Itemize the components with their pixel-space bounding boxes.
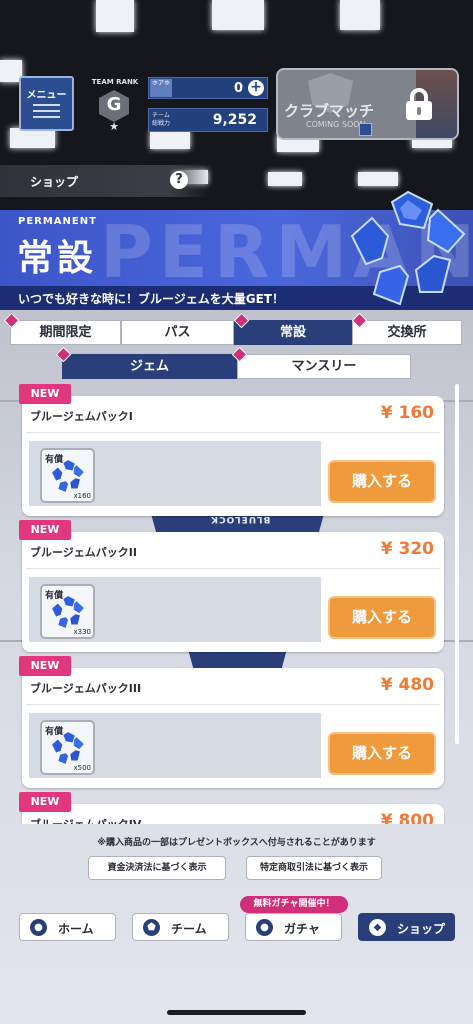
club-indicator <box>359 123 372 136</box>
team-rank-value: G <box>106 94 122 115</box>
star-icon: ★ <box>109 120 119 133</box>
product-price: ¥ 800 <box>380 811 434 824</box>
plus-icon[interactable]: + <box>248 80 264 96</box>
tab-pass[interactable]: パス <box>121 320 234 345</box>
team-rank-badge[interactable]: TEAM RANK G ★ <box>86 76 144 134</box>
card-divider <box>26 568 440 569</box>
banner-description: いつでも好きな時に！ブルージェムを大量GET！ <box>18 292 284 306</box>
new-badge: NEW <box>19 656 71 676</box>
new-badge: NEW <box>19 384 71 404</box>
soccer-ball-icon: ● <box>30 919 47 936</box>
menu-icon-line <box>33 104 60 106</box>
category-tabs: 期間限定 パス 常設 交換所 <box>3 312 462 345</box>
product-card: NEW ブルージェムパックIV ¥ 800 <box>19 792 444 824</box>
nav-home[interactable]: ● ホーム <box>19 913 116 941</box>
product-name: ブルージェムパックIII <box>30 682 142 695</box>
tab-permanent[interactable]: 常設 <box>234 320 352 345</box>
menu-label: メニュー <box>26 90 67 101</box>
gem-quantity: x160 <box>73 492 91 500</box>
menu-icon-line <box>33 116 60 118</box>
pass-icon: ホアホ <box>150 79 172 97</box>
card-divider <box>26 704 440 705</box>
product-thumbnail-area: 有償 x500 <box>29 713 321 778</box>
product-thumbnail-area: 有償 x330 <box>29 577 321 642</box>
pass-value: 0 <box>233 81 243 96</box>
tab-exchange[interactable]: 交換所 <box>352 320 462 345</box>
new-badge: NEW <box>19 520 71 540</box>
menu-button[interactable]: メニュー <box>19 76 74 131</box>
buy-button[interactable]: 購入する <box>328 460 436 503</box>
shop-title: ショップ <box>30 175 79 189</box>
gem-quantity: x330 <box>73 628 91 636</box>
club-match-title: クラブマッチ <box>284 102 375 120</box>
nav-label: チーム <box>171 922 207 936</box>
product-list[interactable]: NEW ブルージェムパックI ¥ 160 有償 x160 購入する NEW ブル… <box>0 384 473 824</box>
team-power-value: 9,252 <box>212 112 257 128</box>
nav-shop[interactable]: ◆ ショップ <box>358 913 455 941</box>
purchase-notice: ※購入商品の一部はプレゼントボックスへ付与されることがあります <box>97 838 376 848</box>
subtab-monthly[interactable]: マンスリー <box>237 354 411 379</box>
product-price: ¥ 320 <box>380 539 434 559</box>
product-card: NEW ブルージェムパックI ¥ 160 有償 x160 購入する <box>19 384 444 516</box>
menu-icon-line <box>33 110 60 112</box>
list-scrollbar[interactable] <box>455 384 459 744</box>
new-badge: NEW <box>19 792 71 812</box>
help-icon[interactable]: ? <box>170 171 188 189</box>
soccer-ball-icon: ● <box>256 919 273 936</box>
team-power-display: チーム 総戦力 9,252 <box>148 108 268 132</box>
product-name: ブルージェムパックI <box>30 410 133 423</box>
product-name: ブルージェムパックII <box>30 546 137 559</box>
subtab-gem[interactable]: ジェム <box>62 354 237 379</box>
blue-gem-icon <box>350 190 466 306</box>
product-name: ブルージェムパックIV <box>30 816 141 824</box>
commercial-transactions-act-button[interactable]: 特定商取引法に基づく表示 <box>246 856 382 880</box>
gem-pack-icon <box>52 460 84 492</box>
product-thumbnail: 有償 x330 <box>40 584 95 639</box>
payment-services-act-button[interactable]: 資金決済法に基づく表示 <box>88 856 226 880</box>
nav-label: ショップ <box>397 922 446 936</box>
sub-tabs: ジェム マンスリー <box>55 346 411 379</box>
team-power-label: チーム 総戦力 <box>152 112 170 128</box>
buy-button[interactable]: 購入する <box>328 732 436 775</box>
product-price: ¥ 160 <box>380 403 434 423</box>
shop-title-bar: ショップ ? <box>0 165 210 197</box>
product-card: NEW ブルージェムパックIII ¥ 480 有償 x500 購入する <box>19 656 444 788</box>
gem-pack-icon <box>52 596 84 628</box>
lock-icon <box>404 88 434 120</box>
product-thumbnail-area: 有償 x160 <box>29 441 321 506</box>
pentagon-icon: ⬟ <box>143 919 160 936</box>
gem-quantity: x500 <box>73 764 91 772</box>
free-gacha-tag: 無料ガチャ開催中！ <box>240 896 348 913</box>
team-power-label-line2: 総戦力 <box>152 120 171 127</box>
nav-team[interactable]: ⬟ チーム <box>132 913 229 941</box>
product-card: NEW ブルージェムパックII ¥ 320 有償 x330 購入する <box>19 520 444 652</box>
banner-subtitle: PERMANENT <box>18 216 97 227</box>
product-thumbnail: 有償 x500 <box>40 720 95 775</box>
card-divider <box>26 432 440 433</box>
product-price: ¥ 480 <box>380 675 434 695</box>
tab-limited[interactable]: 期間限定 <box>10 320 121 345</box>
buy-button[interactable]: 購入する <box>328 596 436 639</box>
product-thumbnail: 有償 x160 <box>40 448 95 503</box>
home-indicator[interactable] <box>167 1010 306 1015</box>
pass-counter: ホアホ 0 + <box>148 77 268 99</box>
tag-icon: ◆ <box>369 919 386 936</box>
team-rank-label: TEAM RANK <box>91 78 139 86</box>
gem-pack-icon <box>52 732 84 764</box>
nav-label: ガチャ <box>284 922 320 936</box>
nav-label: ホーム <box>58 922 94 936</box>
banner-title: 常設 <box>17 238 98 279</box>
nav-gacha[interactable]: ● ガチャ <box>245 913 342 941</box>
team-power-label-line1: チーム <box>152 112 170 119</box>
